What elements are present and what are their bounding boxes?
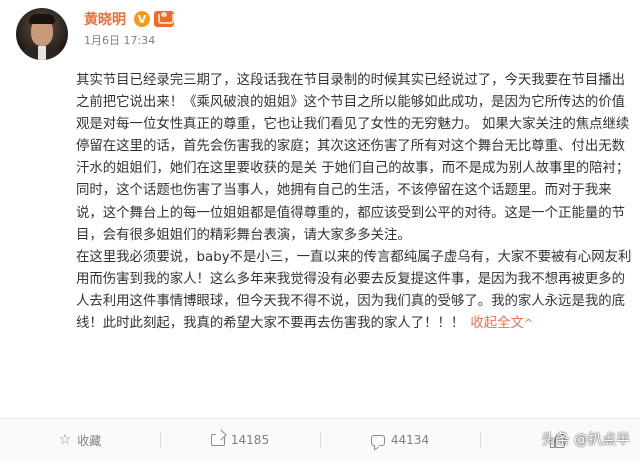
comment-button[interactable]: 44134 [320, 419, 480, 460]
post-paragraph-2: 在这里我必须要说，baby不是小三，一直以来的传言都纯属子虚乌有，大家不要被有心… [76, 247, 636, 335]
author-row: 黄晓明 V [84, 8, 174, 30]
collapse-label: 收起全文 [470, 316, 524, 332]
post-header: 黄晓明 V 1月6日 17:34 [0, 0, 640, 64]
post-timestamp[interactable]: 1月6日 17:34 [84, 32, 155, 48]
favorite-button[interactable]: ☆ 收藏 [0, 419, 160, 460]
star-icon: ☆ [58, 432, 72, 448]
comment-count: 44134 [390, 433, 430, 447]
favorite-label: 收藏 [77, 433, 102, 448]
repost-button[interactable]: 14185 [160, 419, 320, 460]
verified-badge-icon: V [134, 11, 150, 27]
avatar[interactable] [16, 8, 68, 60]
chevron-up-icon: ^ [523, 317, 534, 331]
collapse-full-text-link[interactable]: 收起全文^ [470, 316, 533, 331]
watermark-label: 头条 @扒点半 [541, 432, 630, 448]
repost-count: 14185 [230, 433, 270, 447]
share-icon [210, 434, 225, 446]
post-paragraph-1: 其实节目已经录完三期了，这段话我在节目录制的时候其实已经说过了，今天我要在节目播… [76, 73, 630, 243]
post-content: 其实节目已经录完三期了，这段话我在节目录制的时候其实已经说过了，今天我要在节目播… [76, 70, 636, 335]
author-name[interactable]: 黄晓明 [84, 9, 126, 29]
comment-icon [370, 434, 385, 446]
vip-crown-icon [154, 11, 174, 27]
post-paragraph-2-text: 在这里我必须要说，baby不是小三，一直以来的传言都纯属子虚乌有，大家不要被有心… [76, 249, 632, 332]
